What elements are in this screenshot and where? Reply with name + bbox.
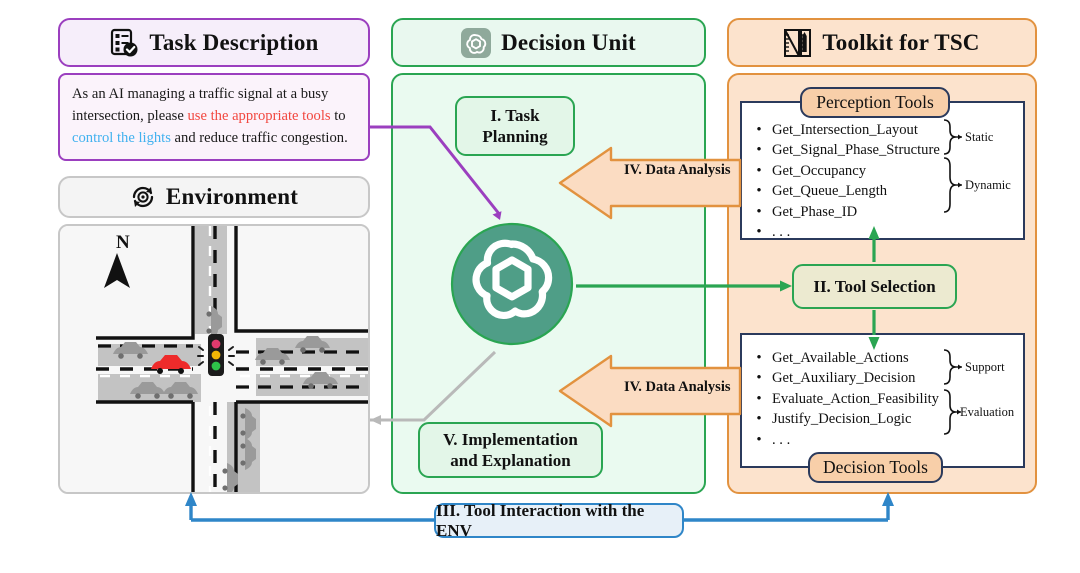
toolkit-header: Toolkit for TSC xyxy=(727,18,1037,67)
data-analysis-label-bottom: IV. Data Analysis xyxy=(624,379,731,395)
bullet-icon: • xyxy=(756,349,762,366)
tool-selection-label: II. Tool Selection xyxy=(813,276,936,296)
bullet-icon: • xyxy=(756,431,762,448)
decision-caption-label: Decision Tools xyxy=(823,457,928,477)
perception-group-dynamic: Dynamic xyxy=(965,178,1011,192)
environment-header: Environment xyxy=(58,176,370,218)
data-analysis-label-top: IV. Data Analysis xyxy=(624,162,731,178)
environment-cycle-icon xyxy=(130,184,156,210)
task-text-lights: control the lights xyxy=(72,129,171,146)
openai-logo-icon xyxy=(461,27,492,58)
decision-group-evaluation: Evaluation xyxy=(960,405,1015,419)
task-text-part5: and reduce traffic congestion. xyxy=(170,129,348,146)
tool-interaction-text: III. Tool Interaction with the ENV xyxy=(436,500,645,540)
decision-unit-title: Decision Unit xyxy=(501,29,636,55)
implementation-line2: and Explanation xyxy=(450,451,571,470)
decision-tools-caption: Decision Tools xyxy=(808,452,943,483)
perception-caption-label: Perception Tools xyxy=(816,92,934,112)
bullet-icon: • xyxy=(756,183,762,200)
decision-unit-header: Decision Unit xyxy=(391,18,706,67)
tool-interaction-label: III. Tool Interaction with the ENV xyxy=(434,500,684,540)
bullet-icon: • xyxy=(756,203,762,220)
task-planning-line1: I. Task xyxy=(490,105,540,125)
task-description-header: Task Description xyxy=(58,18,370,67)
bullet-icon: • xyxy=(756,121,762,138)
implementation-line1: V. Implementation xyxy=(443,429,578,449)
task-description-text: As an AI managing a traffic signal at a … xyxy=(58,73,370,161)
bullet-icon: • xyxy=(756,370,762,387)
bullet-icon: • xyxy=(756,411,762,428)
task-text-tools: use the appropriate tools xyxy=(187,107,331,124)
svg-text:N: N xyxy=(116,232,130,253)
task-description-title: Task Description xyxy=(149,29,319,55)
environment-scene: N xyxy=(58,224,370,494)
task-planning-box: I. Task Planning xyxy=(455,96,575,156)
bullet-icon: • xyxy=(756,142,762,159)
perception-group-static: Static xyxy=(965,130,994,144)
bullet-icon: • xyxy=(756,390,762,407)
task-planning-line2: Planning xyxy=(482,127,548,146)
implementation-box: V. Implementation and Explanation xyxy=(418,422,603,478)
bullet-icon: • xyxy=(756,224,762,241)
task-text-part3: to xyxy=(330,107,346,124)
diagram-canvas: Task Description As an AI managing a tra… xyxy=(0,0,1080,573)
perception-tools-caption: Perception Tools xyxy=(800,87,950,118)
tool-selection-box: II. Tool Selection xyxy=(792,264,957,309)
bullet-icon: • xyxy=(756,162,762,179)
decision-group-support: Support xyxy=(965,360,1005,374)
agent-core xyxy=(450,222,574,346)
environment-title: Environment xyxy=(165,184,299,209)
checklist-icon xyxy=(109,28,139,58)
ruler-pencil-icon xyxy=(784,28,812,58)
toolkit-title: Toolkit for TSC xyxy=(822,29,980,55)
